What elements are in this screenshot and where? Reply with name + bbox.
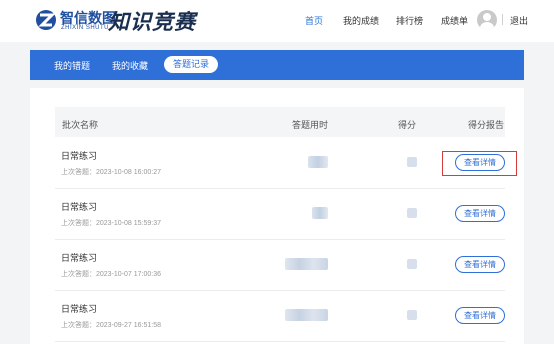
column-batch-name: 批次名称 bbox=[62, 120, 99, 130]
score-blurred bbox=[407, 157, 417, 167]
tab-favorites[interactable]: 我的收藏 bbox=[112, 59, 148, 72]
logout-link[interactable]: 退出 bbox=[510, 14, 528, 27]
batch-name: 日常练习 bbox=[61, 151, 98, 161]
highlight-box bbox=[442, 151, 517, 176]
table-row: 日常练习 上次答题：2023-10-08 16:00:27 查看详情 bbox=[55, 139, 505, 189]
divider bbox=[502, 14, 503, 25]
nav-home[interactable]: 首页 bbox=[305, 14, 323, 27]
logo-subtext: ZHIXIN SHUTU bbox=[61, 25, 109, 31]
duration-blurred bbox=[285, 258, 328, 270]
last-answer-time: 上次答题：2023-10-08 15:59:37 bbox=[61, 220, 161, 227]
column-duration: 答题用时 bbox=[292, 120, 329, 130]
logo-icon bbox=[36, 10, 56, 30]
table-row: 日常练习 上次答题：2023-09-27 16:51:58 查看详情 bbox=[55, 292, 505, 342]
last-answer-time: 上次答题：2023-09-27 16:51:58 bbox=[61, 322, 161, 329]
score-blurred bbox=[407, 259, 417, 269]
duration-blurred bbox=[285, 309, 328, 321]
table-row: 日常练习 上次答题：2023-10-08 15:59:37 查看详情 bbox=[55, 190, 505, 240]
last-answer-time: 上次答题：2023-10-07 17:00:36 bbox=[61, 271, 161, 278]
batch-name: 日常练习 bbox=[61, 253, 98, 263]
view-details-button[interactable]: 查看详情 bbox=[455, 205, 505, 222]
nav-transcript[interactable]: 成绩单 bbox=[441, 14, 468, 27]
score-blurred bbox=[407, 208, 417, 218]
top-header: 智信数图 ZHIXIN SHUTU 知识竞赛 首页 我的成绩 排行榜 成绩单 退… bbox=[0, 0, 554, 42]
nav-my-scores[interactable]: 我的成绩 bbox=[343, 14, 379, 27]
view-details-button[interactable]: 查看详情 bbox=[455, 307, 505, 324]
tab-bar: 我的错题 我的收藏 答题记录 bbox=[30, 50, 524, 80]
table-header: 批次名称 答题用时 得分 得分报告 bbox=[55, 107, 505, 137]
view-details-button[interactable]: 查看详情 bbox=[455, 256, 505, 273]
tab-wrong-questions[interactable]: 我的错题 bbox=[54, 59, 90, 72]
last-answer-time: 上次答题：2023-10-08 16:00:27 bbox=[61, 169, 161, 176]
duration-blurred bbox=[308, 156, 328, 168]
column-report: 得分报告 bbox=[468, 120, 505, 130]
tab-answer-records[interactable]: 答题记录 bbox=[164, 56, 219, 73]
avatar[interactable] bbox=[477, 10, 497, 30]
batch-name: 日常练习 bbox=[61, 202, 98, 212]
batch-name: 日常练习 bbox=[61, 304, 98, 314]
column-score: 得分 bbox=[398, 120, 417, 130]
records-card: 批次名称 答题用时 得分 得分报告 日常练习 上次答题：2023-10-08 1… bbox=[30, 88, 524, 344]
table-row: 日常练习 上次答题：2023-10-07 17:00:36 查看详情 bbox=[55, 241, 505, 291]
duration-blurred bbox=[312, 207, 328, 219]
brand-title: 知识竞赛 bbox=[108, 9, 196, 34]
nav-leaderboard[interactable]: 排行榜 bbox=[396, 14, 423, 27]
score-blurred bbox=[407, 310, 417, 320]
